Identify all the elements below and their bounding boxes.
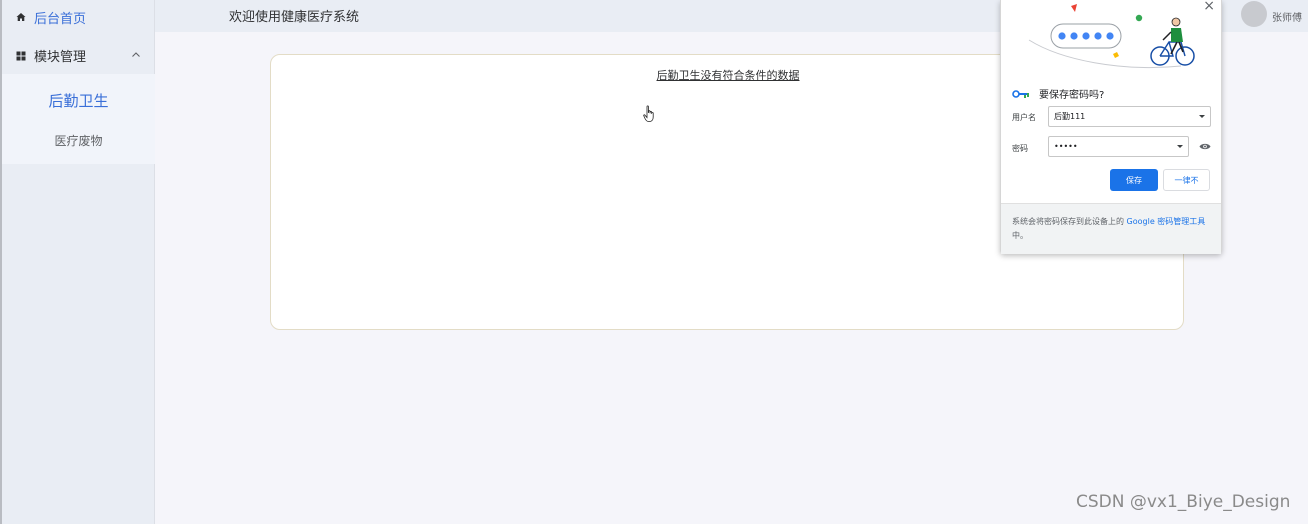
avatar[interactable] [1241,1,1267,27]
password-label: 密码 [1012,144,1028,153]
popup-footer: 系统会将密码保存到此设备上的 Google 密码管理工具中。 [1001,203,1221,254]
cyclist-illustration [1028,4,1195,69]
hand-cursor-icon [643,105,657,123]
home-icon [16,12,26,22]
password-field[interactable]: ••••• [1048,136,1189,157]
sidebar: 后台首页 模块管理 后勤卫生 医疗废物 [2,0,155,524]
username-label: 用户名 [1012,113,1036,122]
password-value: ••••• [1054,142,1078,151]
submenu: 后勤卫生 医疗废物 [2,74,155,164]
key-icon [1012,89,1029,98]
username-field[interactable]: 后勤111 [1048,106,1211,127]
footer-suffix: 中。 [1012,231,1028,240]
never-button[interactable]: 一律不 [1163,169,1210,191]
save-button[interactable]: 保存 [1110,169,1158,191]
sidebar-item-label: 后台首页 [34,11,87,27]
footer-text: 系统会将密码保存到此设备上的 Google 密码管理工具中。 [1012,215,1212,243]
save-password-dialog: × 要保存密码吗? 用户名 后勤111 密码 ••••• 系统会将密码保存到此设… [1000,0,1222,254]
sidebar-item-label: 模块管理 [34,49,87,65]
close-icon[interactable]: × [1203,0,1215,14]
popup-title-row: 要保存密码吗? [1012,86,1104,101]
sidebar-item-medical-waste[interactable]: 医疗废物 [2,132,155,149]
eye-icon[interactable] [1199,142,1211,151]
sidebar-item-module-management[interactable]: 模块管理 [2,36,155,74]
dropdown-arrow-icon[interactable] [1177,145,1183,148]
footer-prefix: 系统会将密码保存到此设备上的 [1012,217,1127,226]
popup-title: 要保存密码吗? [1039,90,1105,101]
username-value: 后勤111 [1054,112,1086,121]
sidebar-item-home[interactable]: 后台首页 [2,0,155,34]
password-manager-link[interactable]: Google 密码管理工具 [1127,217,1206,226]
dropdown-arrow-icon[interactable] [1199,115,1205,118]
grid-icon [16,50,26,61]
sidebar-item-logistics-hygiene[interactable]: 后勤卫生 [2,90,155,111]
chevron-up-icon [131,49,141,59]
watermark: CSDN @vx1_Biye_Design [1076,492,1291,512]
username[interactable]: 张师傅 [1272,9,1302,24]
welcome-text: 欢迎使用健康医疗系统 [229,10,360,25]
